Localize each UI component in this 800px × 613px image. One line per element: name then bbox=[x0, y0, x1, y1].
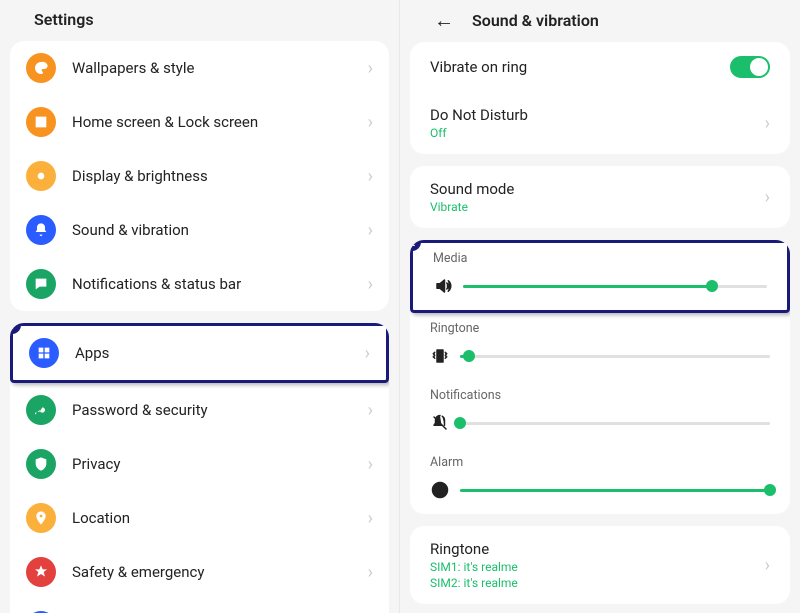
volume-label: Notifications bbox=[430, 388, 770, 403]
settings-item-label: Sound & vibration bbox=[72, 221, 368, 239]
sound-mode-row[interactable]: Sound mode Vibrate › bbox=[410, 166, 790, 228]
settings-item-location[interactable]: Location› bbox=[10, 491, 389, 545]
chevron-right-icon: › bbox=[765, 555, 770, 576]
volume-label: Ringtone bbox=[430, 321, 770, 336]
sun-icon bbox=[26, 161, 56, 191]
chevron-right-icon: › bbox=[765, 113, 770, 134]
chevron-right-icon: › bbox=[368, 166, 373, 187]
settings-item-label: Privacy bbox=[72, 455, 368, 473]
palette-icon bbox=[26, 53, 56, 83]
settings-item-password-security[interactable]: Password & security› bbox=[10, 383, 389, 437]
settings-item-display-brightness[interactable]: Display & brightness› bbox=[10, 149, 389, 203]
volume-slider-notifications[interactable] bbox=[460, 413, 770, 433]
annotation-badge: 1 bbox=[10, 323, 21, 334]
settings-item-safety-emergency[interactable]: Safety & emergency› bbox=[10, 545, 389, 599]
settings-item-privacy[interactable]: Privacy› bbox=[10, 437, 389, 491]
settings-item-apps[interactable]: Apps› 1 bbox=[10, 323, 389, 383]
settings-item-label: Location bbox=[72, 509, 368, 527]
volume-media: Media 2 bbox=[410, 240, 790, 313]
settings-item-label: Wallpapers & style bbox=[72, 59, 368, 77]
settings-item-label: Apps bbox=[75, 344, 365, 362]
image-icon bbox=[26, 107, 56, 137]
ringtone-sim1: SIM1: it's realme bbox=[430, 560, 765, 574]
ringtone-sim2: SIM2: it's realme bbox=[430, 576, 765, 590]
settings-item-label: Password & security bbox=[72, 401, 368, 419]
chat-icon bbox=[26, 269, 56, 299]
key-icon bbox=[26, 395, 56, 425]
sound-mode-label: Sound mode bbox=[430, 180, 765, 198]
settings-item-home-lock[interactable]: Home screen & Lock screen› bbox=[10, 95, 389, 149]
ringtone-label: Ringtone bbox=[430, 540, 765, 558]
volume-label: Alarm bbox=[430, 455, 770, 470]
clock-icon bbox=[430, 481, 450, 499]
chevron-right-icon: › bbox=[368, 562, 373, 583]
settings-item-label: Safety & emergency bbox=[72, 563, 368, 581]
sound-mode-status: Vibrate bbox=[430, 200, 765, 214]
grid-icon bbox=[29, 338, 59, 368]
bell-icon bbox=[26, 215, 56, 245]
settings-item-wallpapers-style[interactable]: Wallpapers & style› bbox=[10, 41, 389, 95]
chevron-right-icon: › bbox=[368, 220, 373, 241]
annotation-badge: 2 bbox=[410, 240, 421, 251]
chevron-right-icon: › bbox=[368, 400, 373, 421]
chevron-right-icon: › bbox=[368, 508, 373, 529]
star-icon bbox=[26, 557, 56, 587]
volume-alarm: Alarm bbox=[410, 447, 790, 514]
volume-ringtone: Ringtone bbox=[410, 313, 790, 380]
chevron-right-icon: › bbox=[368, 274, 373, 295]
chevron-right-icon: › bbox=[368, 454, 373, 475]
dnd-status: Off bbox=[430, 126, 765, 140]
vibrate-on-ring-label: Vibrate on ring bbox=[430, 58, 730, 76]
settings-item-label: Home screen & Lock screen bbox=[72, 113, 368, 131]
settings-item-sound-vibration[interactable]: Sound & vibration› bbox=[10, 203, 389, 257]
volume-slider-alarm[interactable] bbox=[460, 480, 770, 500]
do-not-disturb-row[interactable]: Do Not Disturb Off › bbox=[410, 92, 790, 154]
dnd-label: Do Not Disturb bbox=[430, 106, 765, 124]
settings-title: Settings bbox=[0, 0, 399, 41]
settings-item-battery[interactable]: Battery› bbox=[10, 599, 389, 613]
chevron-right-icon: › bbox=[365, 343, 370, 364]
volume-slider-media[interactable] bbox=[463, 276, 767, 296]
chevron-right-icon: › bbox=[368, 58, 373, 79]
sound-vibration-header: ← Sound & vibration bbox=[400, 0, 800, 42]
chevron-right-icon: › bbox=[368, 112, 373, 133]
bell-off-icon bbox=[430, 414, 450, 432]
volume-slider-ringtone[interactable] bbox=[460, 346, 770, 366]
shield-icon bbox=[26, 449, 56, 479]
chevron-right-icon: › bbox=[765, 187, 770, 208]
speaker-icon bbox=[433, 277, 453, 295]
vibrate-on-ring-row[interactable]: Vibrate on ring bbox=[410, 42, 790, 92]
vibrate-icon bbox=[430, 347, 450, 365]
settings-item-label: Notifications & status bar bbox=[72, 275, 368, 293]
pin-icon bbox=[26, 503, 56, 533]
ringtone-row[interactable]: Ringtone SIM1: it's realme SIM2: it's re… bbox=[410, 526, 790, 604]
settings-item-notifications-statusbar[interactable]: Notifications & status bar› bbox=[10, 257, 389, 311]
vibrate-on-ring-toggle[interactable] bbox=[730, 56, 770, 78]
back-arrow-icon[interactable]: ← bbox=[434, 10, 454, 30]
settings-item-label: Display & brightness bbox=[72, 167, 368, 185]
volume-label: Media bbox=[433, 251, 767, 266]
volume-notifications: Notifications bbox=[410, 380, 790, 447]
